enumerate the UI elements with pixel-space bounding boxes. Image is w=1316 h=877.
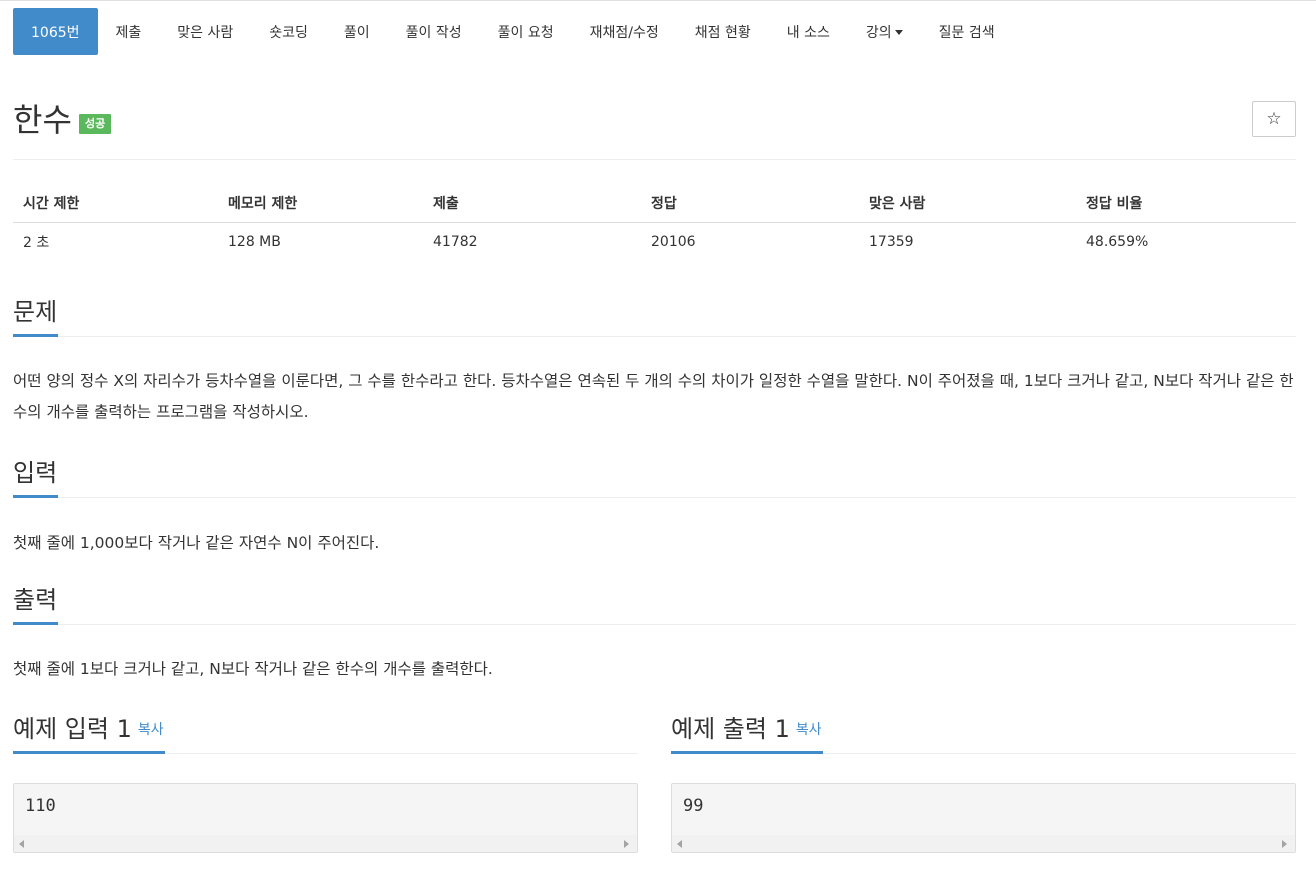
- top-border: [0, 0, 1316, 1]
- sample-output-title-wrap: 예제 출력 1 복사: [671, 714, 823, 754]
- sample-input-title: 예제 입력 1: [13, 715, 132, 743]
- star-icon: ☆: [1266, 109, 1282, 128]
- output-heading: 출력: [13, 585, 1296, 625]
- sample-input-box[interactable]: 110: [13, 783, 638, 853]
- tab-lectures-dropdown[interactable]: 강의: [848, 8, 921, 55]
- favorite-button[interactable]: ☆: [1252, 101, 1296, 137]
- sample-output-title: 예제 출력 1: [671, 715, 790, 743]
- header-memory-limit: 메모리 제한: [218, 184, 423, 223]
- problem-title: 한수: [13, 101, 72, 139]
- problem-header: 한수 성공 ☆: [13, 98, 1296, 160]
- scroll-left-icon[interactable]: [19, 840, 24, 848]
- value-accept-ratio: 48.659%: [1086, 234, 1149, 251]
- input-heading: 입력: [13, 458, 1296, 498]
- sample-output-value: 99: [683, 796, 704, 816]
- tab-rejudge[interactable]: 재채점/수정: [572, 8, 677, 55]
- sample-input-value: 110: [25, 796, 56, 816]
- problem-menu: 1065번 제출 맞은 사람 숏코딩 풀이 풀이 작성 풀이 요청 재채점/수정…: [13, 8, 1013, 55]
- problem-info-table: 시간 제한 메모리 제한 제출 정답 맞은 사람 정답 비율 2 초 128 M…: [13, 184, 1296, 262]
- tab-status[interactable]: 채점 현황: [677, 8, 769, 55]
- description-title: 문제: [13, 297, 59, 337]
- tab-solutions[interactable]: 풀이: [326, 8, 388, 55]
- input-description: 첫째 줄에 1,000보다 작거나 같은 자연수 N이 주어진다.: [13, 534, 380, 552]
- tab-accepted-users[interactable]: 맞은 사람: [159, 8, 251, 55]
- copy-sample-input-button[interactable]: 복사: [138, 722, 164, 738]
- value-accepted-users: 17359: [869, 234, 914, 251]
- horizontal-scrollbar[interactable]: [14, 835, 637, 852]
- header-accept-ratio: 정답 비율: [1076, 184, 1296, 223]
- description-heading: 문제: [13, 297, 1296, 337]
- scroll-right-icon[interactable]: [1282, 840, 1287, 848]
- output-description: 첫째 줄에 1보다 크거나 같고, N보다 작거나 같은 한수의 개수를 출력한…: [13, 660, 493, 678]
- header-submissions: 제출: [423, 184, 641, 223]
- tab-lectures-label: 강의: [865, 24, 892, 41]
- output-title: 출력: [13, 585, 59, 625]
- header-accepted: 정답: [641, 184, 859, 223]
- sample-input-heading: 예제 입력 1 복사: [13, 714, 638, 754]
- tab-submit[interactable]: 제출: [98, 8, 160, 55]
- value-time-limit: 2 초: [23, 235, 50, 252]
- header-time-limit: 시간 제한: [13, 184, 218, 223]
- caret-down-icon: [894, 30, 903, 35]
- tab-short-coding[interactable]: 숏코딩: [251, 8, 326, 55]
- value-submissions: 41782: [433, 234, 478, 251]
- tab-my-source[interactable]: 내 소스: [769, 8, 848, 55]
- table-header-row: 시간 제한 메모리 제한 제출 정답 맞은 사람 정답 비율: [13, 184, 1296, 223]
- value-accepted: 20106: [651, 234, 696, 251]
- tab-write-solution[interactable]: 풀이 작성: [388, 8, 480, 55]
- tab-request-solution[interactable]: 풀이 요청: [480, 8, 572, 55]
- table-row: 2 초 128 MB 41782 20106 17359 48.659%: [13, 222, 1296, 262]
- value-memory-limit: 128 MB: [228, 234, 281, 251]
- horizontal-scrollbar[interactable]: [672, 835, 1295, 852]
- tab-question-search[interactable]: 질문 검색: [921, 8, 1013, 55]
- sample-output-heading: 예제 출력 1 복사: [671, 714, 1296, 754]
- sample-output-box[interactable]: 99: [671, 783, 1296, 853]
- status-badge: 성공: [79, 114, 112, 134]
- scroll-left-icon[interactable]: [677, 840, 682, 848]
- input-title: 입력: [13, 458, 59, 498]
- scroll-right-icon[interactable]: [624, 840, 629, 848]
- copy-sample-output-button[interactable]: 복사: [796, 722, 822, 738]
- header-accepted-users: 맞은 사람: [859, 184, 1076, 223]
- sample-input-title-wrap: 예제 입력 1 복사: [13, 714, 165, 754]
- problem-description: 어떤 양의 정수 X의 자리수가 등차수열을 이룬다면, 그 수를 한수라고 한…: [13, 372, 1294, 421]
- tab-problem-number[interactable]: 1065번: [13, 8, 98, 55]
